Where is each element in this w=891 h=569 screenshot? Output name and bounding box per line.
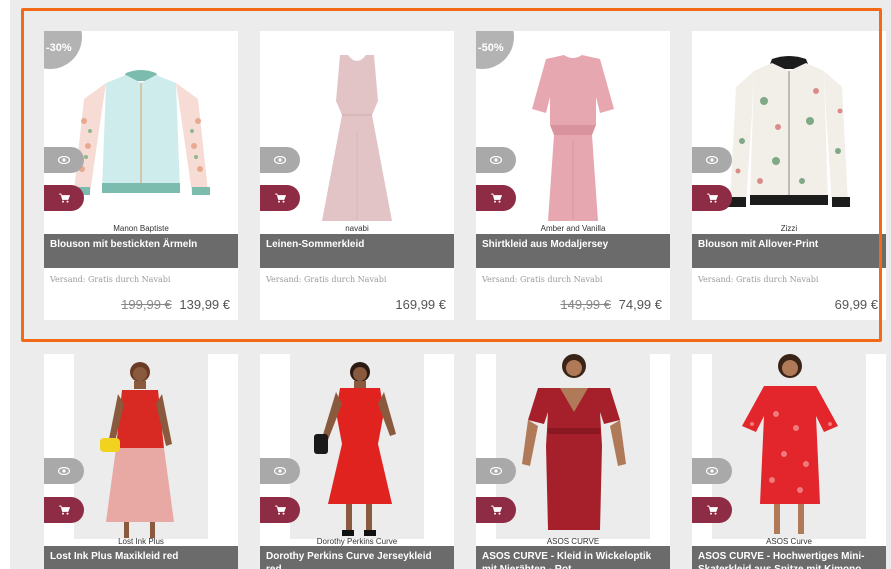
product-card[interactable]: ASOS CURVE ASOS CURVE - Kleid in Wickelo… [476,354,670,569]
shipping-info: Versand: Gratis durch Navabi [482,275,603,284]
shipping-info: Versand: Gratis durch Navabi [266,275,387,284]
quick-view-button[interactable] [260,458,300,484]
product-price: 199,99 € 139,99 € [121,297,230,312]
cart-icon [706,505,718,515]
cart-icon [490,505,502,515]
cart-icon [490,193,502,203]
eye-icon [706,156,718,164]
product-price: 69,99 € [835,297,878,312]
product-title[interactable]: Dorothy Perkins Curve Jerseykleid red [260,546,454,569]
product-brand: Amber and Vanilla [540,224,606,233]
add-to-cart-button[interactable] [44,185,84,211]
product-title[interactable]: Lost Ink Plus Maxikleid red [44,546,238,569]
product-card[interactable]: navabi Leinen-Sommerkleid Versand: Grati… [260,31,454,320]
product-title[interactable]: ASOS CURVE - Hochwertiges Mini-Skaterkle… [692,546,886,569]
product-card[interactable]: -50% Amber and Vanilla Shirtkleid aus Mo… [476,31,670,320]
add-to-cart-button[interactable] [476,185,516,211]
add-to-cart-button[interactable] [476,497,516,523]
quick-view-button[interactable] [260,147,300,173]
add-to-cart-button[interactable] [44,497,84,523]
product-brand: Manon Baptiste [113,224,169,233]
product-brand: navabi [345,224,369,233]
quick-view-button[interactable] [476,458,516,484]
current-price: 169,99 € [395,297,446,312]
shipping-info: Versand: Gratis durch Navabi [50,275,171,284]
product-brand: ASOS Curve [766,537,812,546]
product-card[interactable]: Zizzi Blouson mit Allover-Print Versand:… [692,31,886,320]
product-card[interactable]: -30% Manon Baptiste Blouson mit bestickt… [44,31,238,320]
product-brand: ASOS CURVE [546,537,600,546]
product-title[interactable]: Blouson mit bestickten Ärmeln [44,234,238,268]
quick-view-button[interactable] [692,147,732,173]
product-brand: Lost Ink Plus [118,537,164,546]
eye-icon [490,467,502,475]
add-to-cart-button[interactable] [260,497,300,523]
eye-icon [58,467,70,475]
product-grid-page: -30% Manon Baptiste Blouson mit bestickt… [10,0,891,569]
eye-icon [490,156,502,164]
product-brand: Zizzi [780,224,798,233]
quick-view-button[interactable] [44,458,84,484]
quick-view-button[interactable] [476,147,516,173]
old-price: 199,99 € [121,297,172,312]
eye-icon [274,467,286,475]
current-price: 139,99 € [179,297,230,312]
current-price: 69,99 € [834,297,878,312]
shipping-info: Versand: Gratis durch Navabi [698,275,819,284]
product-title[interactable]: Shirtkleid aus Modaljersey [476,234,670,268]
eye-icon [706,467,718,475]
cart-icon [274,193,286,203]
product-brand: Dorothy Perkins Curve [316,537,398,546]
eye-icon [274,156,286,164]
quick-view-button[interactable] [44,147,84,173]
product-card[interactable]: ASOS Curve ASOS CURVE - Hochwertiges Min… [692,354,886,569]
add-to-cart-button[interactable] [692,497,732,523]
cart-icon [706,193,718,203]
product-title[interactable]: Leinen-Sommerkleid [260,234,454,268]
eye-icon [58,156,70,164]
product-card[interactable]: Lost Ink Plus Lost Ink Plus Maxikleid re… [44,354,238,569]
cart-icon [58,193,70,203]
quick-view-button[interactable] [692,458,732,484]
product-title[interactable]: ASOS CURVE - Kleid in Wickeloptik mit Ni… [476,546,670,569]
product-card[interactable]: Dorothy Perkins Curve Dorothy Perkins Cu… [260,354,454,569]
current-price: 74,99 € [618,297,662,312]
add-to-cart-button[interactable] [260,185,300,211]
cart-icon [274,505,286,515]
product-title[interactable]: Blouson mit Allover-Print [692,234,886,268]
cart-icon [58,505,70,515]
product-price: 149,99 € 74,99 € [560,297,662,312]
old-price: 149,99 € [560,297,611,312]
add-to-cart-button[interactable] [692,185,732,211]
product-price: 169,99 € [395,297,446,312]
